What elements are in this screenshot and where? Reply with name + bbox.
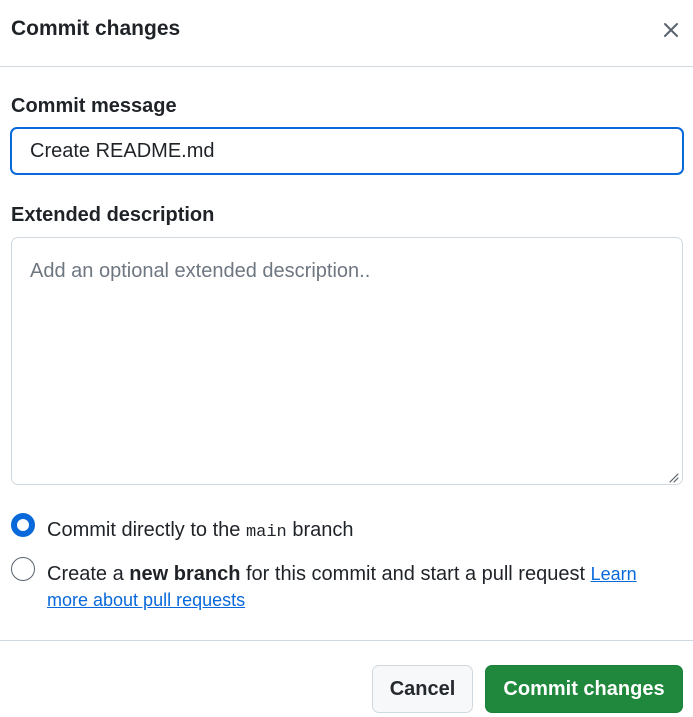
learn-more-link-continued[interactable]: more about pull requests bbox=[47, 590, 245, 611]
dialog-header: Commit changes bbox=[0, 0, 693, 67]
commit-direct-label: Commit directly to the main branch bbox=[47, 514, 353, 546]
learn-more-link[interactable]: Learn bbox=[591, 564, 637, 584]
new-branch-bold: new branch bbox=[129, 563, 241, 585]
commit-message-input[interactable] bbox=[10, 127, 684, 175]
close-icon bbox=[664, 23, 678, 37]
commit-message-label: Commit message bbox=[11, 95, 177, 117]
commit-changes-button[interactable]: Commit changes bbox=[485, 665, 683, 713]
new-branch-radio[interactable] bbox=[11, 557, 35, 581]
branch-name: main bbox=[245, 523, 287, 542]
commit-direct-suffix: branch bbox=[292, 519, 354, 541]
commit-direct-prefix: Commit directly to the bbox=[47, 519, 241, 541]
extended-description-input[interactable] bbox=[11, 237, 683, 485]
commit-dialog: Commit changes Commit message Extended d… bbox=[0, 0, 693, 717]
new-branch-label: Create a new branch for this commit and … bbox=[47, 558, 637, 590]
cancel-button[interactable]: Cancel bbox=[372, 665, 473, 713]
dialog-title: Commit changes bbox=[11, 17, 181, 40]
footer-divider bbox=[0, 640, 693, 641]
resize-handle-icon[interactable] bbox=[667, 471, 679, 483]
extended-description-label: Extended description bbox=[11, 204, 215, 226]
commit-direct-radio[interactable] bbox=[11, 513, 35, 537]
new-branch-prefix: Create a bbox=[47, 563, 124, 585]
new-branch-suffix: for this commit and start a pull request bbox=[245, 563, 586, 585]
close-button[interactable] bbox=[656, 15, 686, 45]
